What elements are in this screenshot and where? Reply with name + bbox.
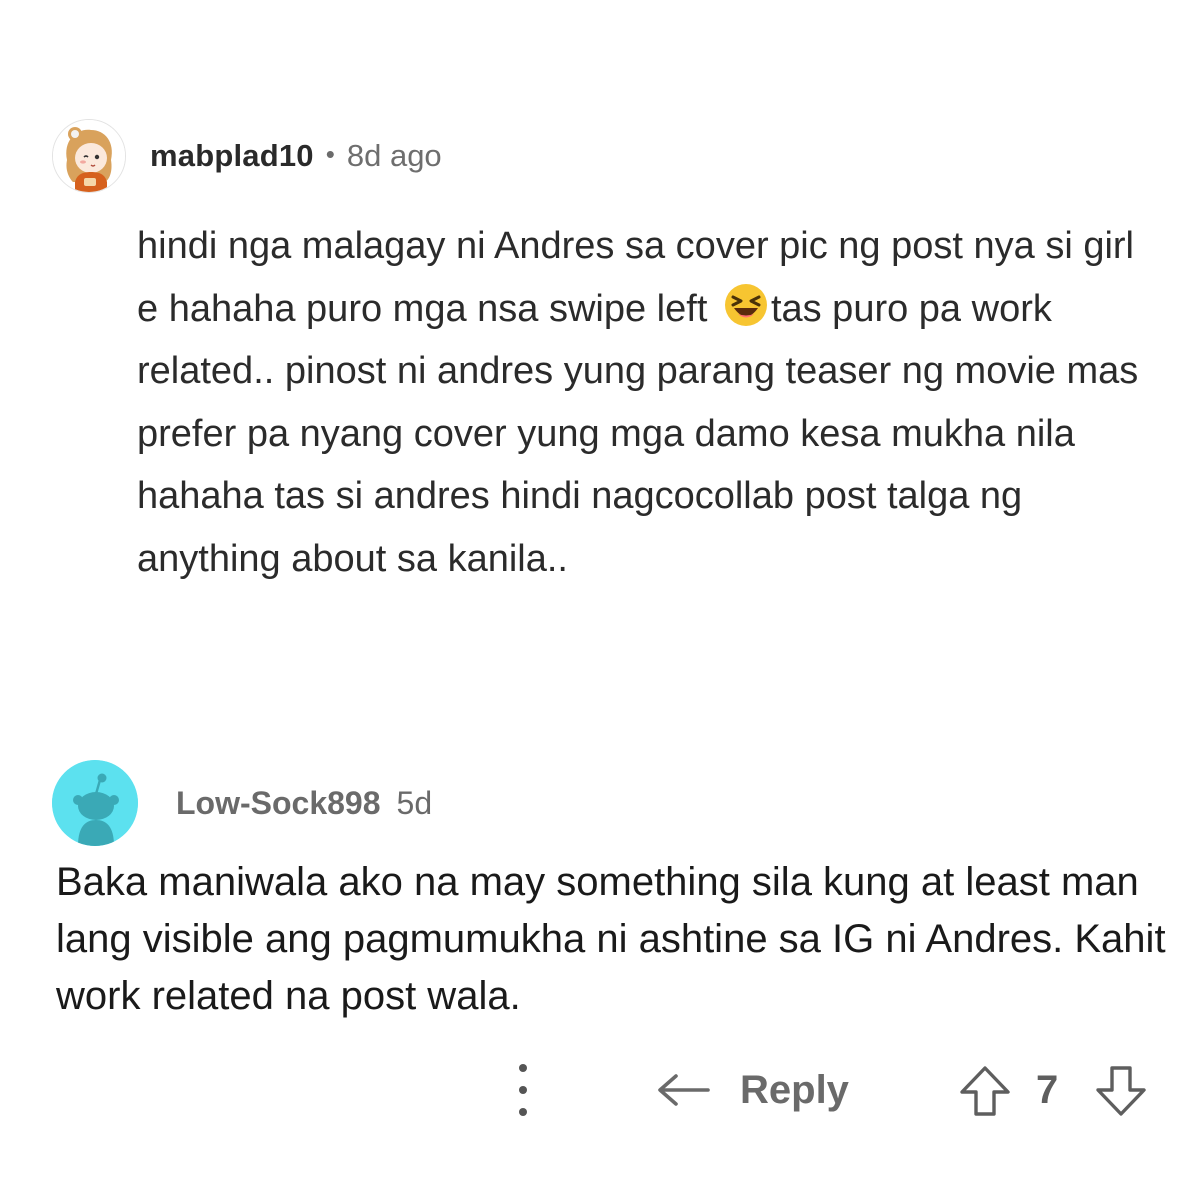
avatar[interactable]	[52, 760, 138, 846]
comment-action-bar: Reply 7	[0, 1060, 1200, 1120]
more-vertical-icon[interactable]	[508, 1064, 538, 1116]
comment-header: Low-Sock898 5d	[52, 760, 432, 846]
separator-dot: •	[325, 138, 335, 169]
reply-button[interactable]: Reply	[656, 1064, 849, 1116]
timestamp: 5d	[396, 784, 433, 821]
comment-body: Baka maniwala ako na may something sila …	[56, 860, 1166, 1018]
downvote-arrow-icon[interactable]	[1094, 1064, 1148, 1118]
comment-text-part-2: tas puro pa work related.. pinost ni and…	[137, 287, 1139, 580]
laughing-squinting-face-icon	[724, 283, 768, 327]
vote-count: 7	[1036, 1068, 1059, 1112]
comment-header: mabplad10 • 8d ago	[52, 118, 442, 194]
username[interactable]: Low-Sock898	[176, 785, 381, 822]
reply-arrow-icon	[658, 1074, 710, 1106]
timestamp: 8d ago	[346, 138, 442, 173]
upvote-arrow-icon[interactable]	[958, 1064, 1012, 1118]
avatar[interactable]	[52, 119, 126, 193]
reply-label: Reply	[740, 1067, 849, 1112]
username[interactable]: mabplad10	[150, 138, 314, 174]
comment-body: hindi nga malagay ni Andres sa cover pic…	[137, 215, 1157, 590]
